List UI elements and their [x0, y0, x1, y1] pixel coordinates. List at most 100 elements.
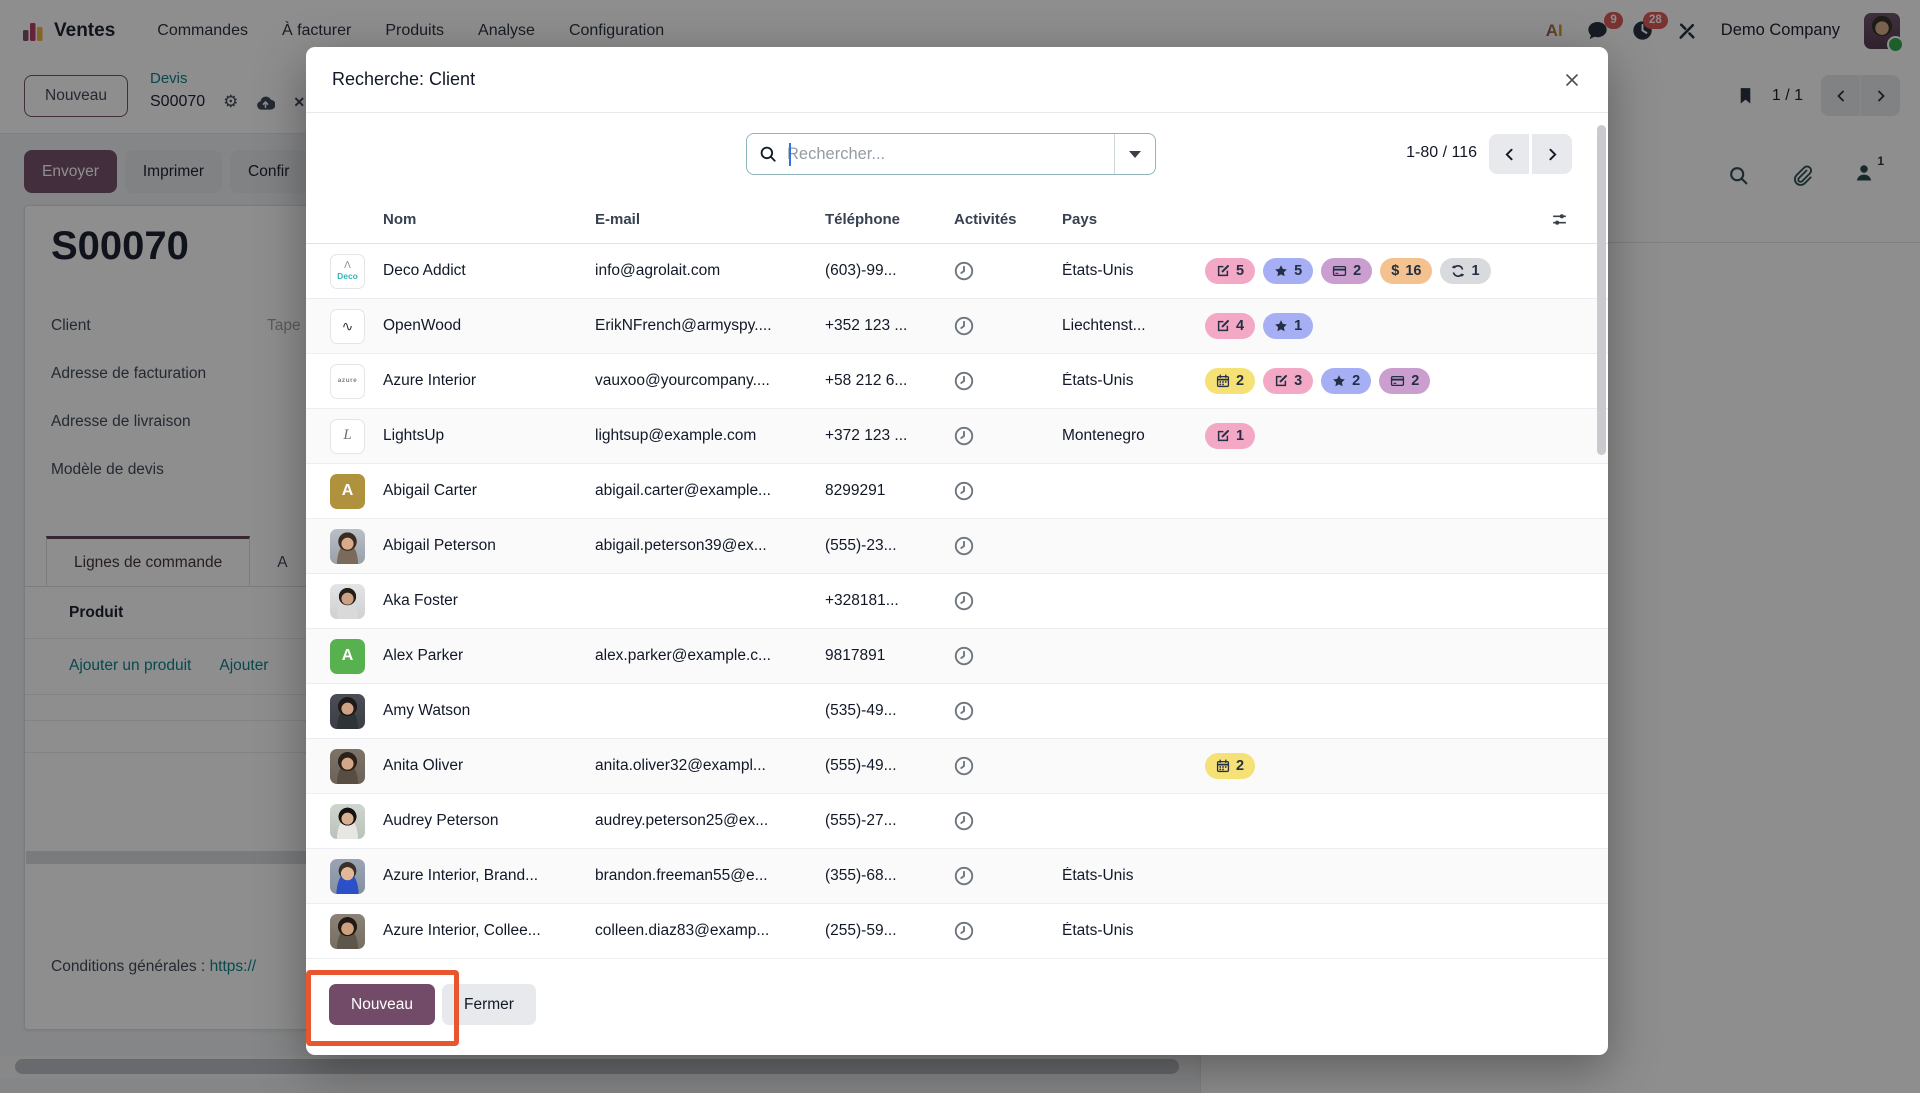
client-row[interactable]: Aka Foster +328181...	[306, 574, 1608, 629]
prev-page-button[interactable]	[1489, 134, 1529, 174]
search-dropdown-toggle[interactable]	[1114, 134, 1155, 174]
refresh-icon	[1451, 264, 1465, 278]
activity-clock-icon[interactable]	[954, 371, 974, 391]
activity-clock-icon[interactable]	[954, 426, 974, 446]
column-header-name[interactable]: Nom	[383, 211, 595, 228]
badge-count: 2	[1352, 373, 1360, 389]
stat-badge-edit[interactable]: 5	[1205, 258, 1255, 284]
client-phone: +328181...	[825, 592, 942, 610]
client-name: Deco Addict	[383, 262, 595, 280]
client-badges: 2322	[1205, 368, 1608, 394]
search-input[interactable]	[777, 144, 1114, 165]
client-phone: (255)-59...	[825, 922, 942, 940]
client-name: Azure Interior, Brand...	[383, 867, 595, 885]
stat-badge-card[interactable]: 2	[1379, 368, 1430, 394]
stat-badge-star[interactable]: 2	[1321, 368, 1371, 394]
client-email: ErikNFrench@armyspy....	[595, 317, 825, 335]
client-row[interactable]: AAlex Parkeralex.parker@example.c...9817…	[306, 629, 1608, 684]
client-name: Azure Interior	[383, 372, 595, 390]
client-name: LightsUp	[383, 427, 595, 445]
client-phone: (535)-49...	[825, 702, 942, 720]
activity-clock-icon[interactable]	[954, 536, 974, 556]
client-row[interactable]: AAbigail Carterabigail.carter@example...…	[306, 464, 1608, 519]
stat-badge-card[interactable]: 2	[1321, 258, 1372, 284]
badge-count: 5	[1294, 263, 1302, 279]
activity-clock-icon[interactable]	[954, 756, 974, 776]
stat-badge-edit[interactable]: 3	[1263, 368, 1313, 394]
stat-badge-star[interactable]: 1	[1263, 313, 1313, 339]
client-email: vauxoo@yourcompany....	[595, 372, 825, 390]
client-name: OpenWood	[383, 317, 595, 335]
activity-clock-icon[interactable]	[954, 701, 974, 721]
activity-clock-icon[interactable]	[954, 481, 974, 501]
client-logo: ΛDeco	[330, 254, 365, 289]
client-logo: ∿	[330, 309, 365, 344]
client-row[interactable]: LLightsUplightsup@example.com+372 123 ..…	[306, 409, 1608, 464]
activity-clock-icon[interactable]	[954, 591, 974, 611]
client-email: lightsup@example.com	[595, 427, 825, 445]
badge-count: 1	[1294, 318, 1302, 334]
column-header-phone[interactable]: Téléphone	[825, 211, 942, 228]
column-header-act[interactable]: Activités	[942, 211, 1062, 228]
stat-badge-edit[interactable]: 1	[1205, 423, 1255, 449]
client-name: Abigail Carter	[383, 482, 595, 500]
activity-cell	[942, 481, 1062, 501]
client-country: États-Unis	[1062, 867, 1205, 885]
client-badges: 41	[1205, 313, 1608, 339]
stat-badge-calendar[interactable]: 2	[1205, 753, 1255, 779]
activity-clock-icon[interactable]	[954, 646, 974, 666]
activity-cell	[942, 701, 1062, 721]
stat-badge-dollar[interactable]: $16	[1380, 258, 1432, 284]
client-email: audrey.peterson25@ex...	[595, 812, 825, 830]
stat-badge-calendar[interactable]: 2	[1205, 368, 1255, 394]
client-email: anita.oliver32@exampl...	[595, 757, 825, 775]
client-row[interactable]: Audrey Petersonaudrey.peterson25@ex...(5…	[306, 794, 1608, 849]
client-row[interactable]: Abigail Petersonabigail.peterson39@ex...…	[306, 519, 1608, 574]
activity-clock-icon[interactable]	[954, 261, 974, 281]
client-row[interactable]: Amy Watson (535)-49...	[306, 684, 1608, 739]
edit-icon	[1216, 319, 1230, 333]
client-table-header: NomE-mailTéléphoneActivitésPays	[306, 195, 1608, 244]
filter-settings-icon[interactable]	[1551, 211, 1568, 228]
client-row[interactable]: azureAzure Interiorvauxoo@yourcompany...…	[306, 354, 1608, 409]
dollar-icon: $	[1391, 263, 1399, 279]
activity-clock-icon[interactable]	[954, 316, 974, 336]
activity-cell	[942, 866, 1062, 886]
dialog-vscrollbar-thumb[interactable]	[1597, 125, 1606, 455]
client-avatar: A	[330, 474, 365, 509]
stat-badge-refresh[interactable]: 1	[1440, 258, 1490, 284]
activity-cell	[942, 261, 1062, 281]
activity-cell	[942, 316, 1062, 336]
edit-icon	[1274, 374, 1288, 388]
client-name: Audrey Peterson	[383, 812, 595, 830]
badge-count: 5	[1236, 263, 1244, 279]
client-row[interactable]: ΛDecoDeco Addictinfo@agrolait.com(603)-9…	[306, 244, 1608, 299]
activity-clock-icon[interactable]	[954, 811, 974, 831]
stat-badge-edit[interactable]: 4	[1205, 313, 1255, 339]
calendar-icon	[1216, 759, 1230, 773]
column-header-pays[interactable]: Pays	[1062, 211, 1205, 228]
client-row[interactable]: ∿OpenWoodErikNFrench@armyspy....+352 123…	[306, 299, 1608, 354]
activity-clock-icon[interactable]	[954, 921, 974, 941]
column-header-email[interactable]: E-mail	[595, 211, 825, 228]
client-email: brandon.freeman55@e...	[595, 867, 825, 885]
client-name: Amy Watson	[383, 702, 595, 720]
client-badges: 5 5 2 $16 1	[1205, 258, 1608, 284]
client-avatar: A	[330, 639, 365, 674]
client-country: Montenegro	[1062, 427, 1205, 445]
activity-clock-icon[interactable]	[954, 866, 974, 886]
client-row[interactable]: Azure Interior, Brand...brandon.freeman5…	[306, 849, 1608, 904]
text-cursor	[789, 143, 791, 166]
next-page-button[interactable]	[1532, 134, 1572, 174]
client-country: États-Unis	[1062, 372, 1205, 390]
client-row[interactable]: Azure Interior, Collee...colleen.diaz83@…	[306, 904, 1608, 959]
close-button[interactable]	[1562, 70, 1582, 90]
badge-count: 1	[1236, 428, 1244, 444]
client-name: Aka Foster	[383, 592, 595, 610]
client-name: Alex Parker	[383, 647, 595, 665]
client-row[interactable]: Anita Oliveranita.oliver32@exampl...(555…	[306, 739, 1608, 794]
stat-badge-star[interactable]: 5	[1263, 258, 1313, 284]
client-phone: +372 123 ...	[825, 427, 942, 445]
client-email: colleen.diaz83@examp...	[595, 922, 825, 940]
client-photo	[330, 694, 365, 729]
